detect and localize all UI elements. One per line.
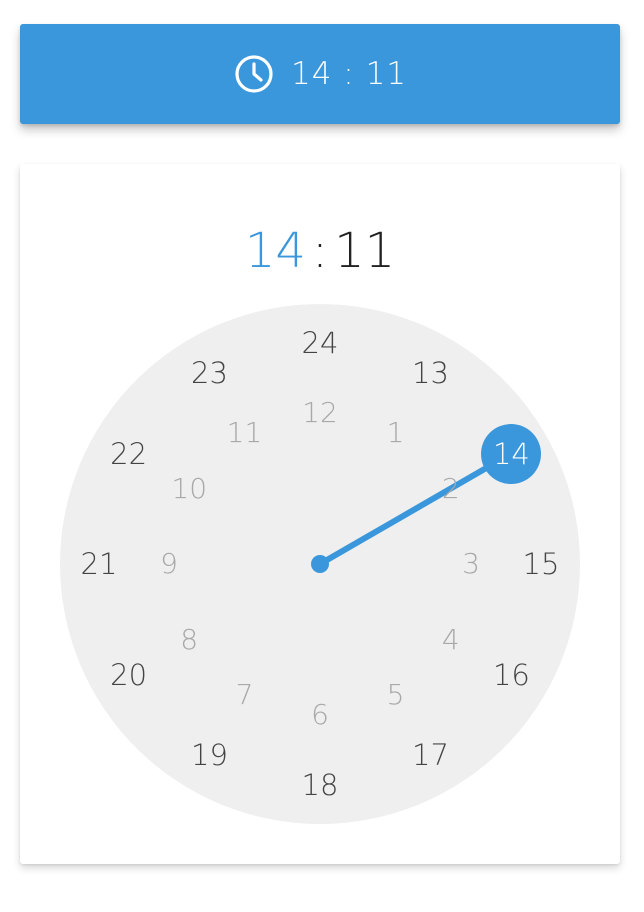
hour-2[interactable]: 2 bbox=[423, 469, 479, 509]
dial-face bbox=[60, 304, 580, 824]
hour-17[interactable]: 17 bbox=[403, 735, 459, 775]
button-time-text: 14 : 11 bbox=[290, 56, 408, 92]
hour-7[interactable]: 7 bbox=[217, 675, 273, 715]
hour-3[interactable]: 3 bbox=[443, 544, 499, 584]
hour-8[interactable]: 8 bbox=[161, 620, 217, 660]
time-picker-button[interactable]: 14 : 11 bbox=[20, 24, 620, 124]
hour-24[interactable]: 24 bbox=[292, 323, 348, 363]
time-separator: : bbox=[311, 223, 329, 279]
clock-center-dot bbox=[311, 555, 329, 573]
hour-15[interactable]: 15 bbox=[513, 544, 569, 584]
hour-16[interactable]: 16 bbox=[483, 655, 539, 695]
hour-22[interactable]: 22 bbox=[101, 434, 157, 474]
hour-1[interactable]: 1 bbox=[368, 413, 424, 453]
hour-12[interactable]: 12 bbox=[292, 393, 348, 433]
hour-5[interactable]: 5 bbox=[368, 675, 424, 715]
hour-display[interactable]: 14 bbox=[245, 223, 306, 279]
clock-dial[interactable]: 24 13 14 15 16 17 18 19 20 21 22 23 12 1 2 3 4 5 6 7 8 9 10 11 bbox=[60, 304, 580, 824]
hour-20[interactable]: 20 bbox=[101, 655, 157, 695]
hour-9[interactable]: 9 bbox=[141, 544, 197, 584]
hour-21[interactable]: 21 bbox=[71, 544, 127, 584]
minute-display[interactable]: 11 bbox=[334, 223, 395, 279]
hour-11[interactable]: 11 bbox=[217, 413, 273, 453]
clock-icon bbox=[233, 53, 275, 95]
hour-6[interactable]: 6 bbox=[292, 695, 348, 735]
hour-10[interactable]: 10 bbox=[161, 469, 217, 509]
hour-18[interactable]: 18 bbox=[292, 765, 348, 805]
hour-13[interactable]: 13 bbox=[403, 353, 459, 393]
hour-4[interactable]: 4 bbox=[423, 620, 479, 660]
hour-19[interactable]: 19 bbox=[182, 735, 238, 775]
time-display: 14:11 bbox=[20, 219, 620, 283]
hour-23[interactable]: 23 bbox=[182, 353, 238, 393]
hour-14-selected[interactable]: 14 bbox=[481, 423, 542, 484]
clock-picker-panel: 14:11 24 13 14 15 16 17 18 19 20 21 22 23 12 1 2 3 4 5 6 7 8… bbox=[20, 164, 620, 864]
